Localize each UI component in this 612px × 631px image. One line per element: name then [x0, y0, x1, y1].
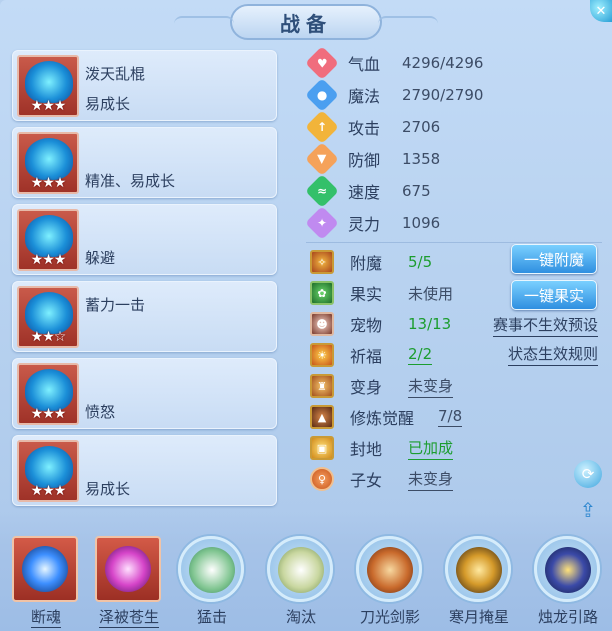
extra-cultivation: ▲ 修炼觉醒 7/8: [310, 403, 463, 431]
skill-card-5[interactable]: ★★★ 愤怒: [12, 358, 277, 429]
magic-icon: ●: [305, 78, 339, 112]
bottom-skill-5[interactable]: 刀光剑影: [354, 536, 426, 631]
bottom-skill-4[interactable]: 淘汰: [265, 536, 337, 631]
skill-icon-6: ★★★: [17, 440, 79, 502]
star-rating: ★★☆: [30, 329, 67, 345]
skill-frame: [534, 536, 600, 602]
blessing-icon: ☀: [310, 343, 334, 367]
stat-hp: ♥ 气血 4296/4296: [305, 46, 483, 80]
pet-icon: ☻: [310, 312, 334, 336]
skill-name: 蓄力一击: [85, 296, 146, 314]
extra-child: ♀ 子女 未变身: [310, 465, 454, 493]
bottom-skill-6[interactable]: 寒月掩星: [443, 536, 515, 631]
skill-name: 泼天乱棍: [85, 65, 146, 83]
stat-speed: ≈ 速度 675: [305, 174, 431, 208]
dragon-icon: [545, 547, 591, 593]
skill-card-2[interactable]: ★★★ 精准、易成长: [12, 127, 277, 198]
extra-transform: ♜ 变身 未变身: [310, 372, 454, 400]
fief-icon: ▣: [310, 436, 334, 460]
divider: [306, 242, 602, 243]
necklace-icon: [25, 292, 73, 334]
title-banner: 战备: [174, 4, 438, 40]
blade-icon: [278, 547, 324, 593]
battle-prep-panel: 战备 ✕ ★★★ 泼天乱棍 易成长 ★★★ 精准、易成长 ★★★ 躲避 ★★☆ …: [0, 0, 612, 631]
star-rating: ★★★: [30, 483, 67, 499]
speed-icon: ≈: [305, 174, 339, 208]
stat-spirit: ✦ 灵力 1096: [305, 206, 440, 240]
moon-warrior-icon: [456, 547, 502, 593]
skill-frame: [267, 536, 333, 602]
belt-icon: [25, 369, 73, 411]
skill-frame: [95, 536, 161, 602]
star-rating: ★★★: [30, 98, 67, 114]
extra-pet: ☻ 宠物 13/13: [310, 310, 451, 338]
bottom-skill-2[interactable]: 泽被苍生: [93, 536, 165, 631]
stat-mp: ● 魔法 2790/2790: [305, 78, 483, 112]
blessing-hand-icon: [105, 546, 151, 592]
fist-icon: [189, 547, 235, 593]
spirit-icon: ✦: [305, 206, 339, 240]
skill-trait: 躲避: [85, 249, 116, 267]
extra-blessing: ☀ 祈福 2/2: [310, 341, 433, 369]
star-rating: ★★★: [30, 406, 67, 422]
sword-flash-icon: [367, 547, 413, 593]
helmet-icon: [25, 138, 73, 180]
refresh-icon[interactable]: ⟳: [574, 460, 602, 488]
fruit-icon: ✿: [310, 281, 334, 305]
bottom-skill-1[interactable]: 断魂: [10, 536, 82, 631]
stat-attack: ↑ 攻击 2706: [305, 110, 440, 144]
skill-frame: [178, 536, 244, 602]
bottom-skill-3[interactable]: 猛击: [176, 536, 248, 631]
star-rating: ★★★: [30, 252, 67, 268]
soul-icon: [22, 546, 68, 592]
auto-enchant-button[interactable]: 一键附魔: [511, 244, 597, 274]
page-title: 战备: [280, 11, 332, 36]
skill-frame: [12, 536, 78, 602]
star-rating: ★★★: [30, 175, 67, 191]
skill-frame: [356, 536, 422, 602]
skill-frame: [445, 536, 511, 602]
sword-icon: ↑: [305, 110, 339, 144]
cultivation-icon: ▲: [310, 405, 334, 429]
weapon-icon: [25, 61, 73, 103]
skill-icon-5: ★★★: [17, 363, 79, 425]
stat-defense: ▼ 防御 1358: [305, 142, 440, 176]
skill-icon-1: ★★★: [17, 55, 79, 117]
skill-card-4[interactable]: ★★☆ 蓄力一击: [12, 281, 277, 352]
skill-icon-3: ★★★: [17, 209, 79, 271]
extra-fief: ▣ 封地 已加成: [310, 434, 454, 462]
skill-trait: 精准、易成长: [85, 172, 176, 190]
extra-fruit: ✿ 果实 未使用: [310, 279, 453, 307]
armor-icon: [25, 215, 73, 257]
skill-icon-4: ★★☆: [17, 286, 79, 348]
auto-fruit-button[interactable]: 一键果实: [511, 280, 597, 310]
skill-trait: 易成长: [85, 480, 131, 498]
transform-icon: ♜: [310, 374, 334, 398]
boots-icon: [25, 446, 73, 488]
rules-link[interactable]: 状态生效规则: [507, 343, 598, 366]
skill-icon-2: ★★★: [17, 132, 79, 194]
extra-enchant: ✧ 附魔 5/5: [310, 248, 432, 276]
skill-trait: 易成长: [85, 95, 131, 113]
close-icon[interactable]: ✕: [590, 0, 612, 22]
skill-card-6[interactable]: ★★★ 易成长: [12, 435, 277, 506]
skill-card-1[interactable]: ★★★ 泼天乱棍 易成长: [12, 50, 277, 121]
heart-icon: ♥: [305, 46, 339, 80]
shield-icon: ▼: [305, 142, 339, 176]
preset-link[interactable]: 赛事不生效预设: [492, 314, 598, 337]
bottom-skill-7[interactable]: 烛龙引路: [532, 536, 604, 631]
skill-card-3[interactable]: ★★★ 躲避: [12, 204, 277, 275]
enchant-icon: ✧: [310, 250, 334, 274]
child-icon: ♀: [310, 467, 334, 491]
skill-trait: 愤怒: [85, 403, 116, 421]
